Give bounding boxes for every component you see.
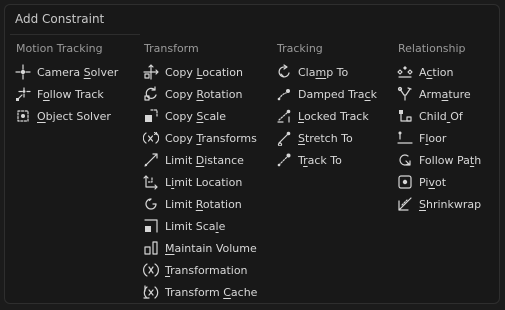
menu-item-action[interactable]: Action — [397, 61, 481, 83]
copy-transforms-icon — [143, 130, 159, 146]
transform-header: Transform — [144, 42, 199, 55]
follow-path-icon — [397, 152, 413, 168]
menu-item-transformation[interactable]: Transformation — [143, 259, 257, 281]
menu-item-label: Track To — [298, 153, 342, 167]
menu-item-label: Copy Scale — [165, 109, 227, 123]
tracking-column: Tracking Clamp To Damped Track Locked Trac… — [276, 41, 377, 171]
menu-item-follow-path[interactable]: Follow Path — [397, 149, 481, 171]
armature-icon — [397, 86, 413, 102]
menu-item-limit-scale[interactable]: Limit Scale — [143, 215, 257, 237]
menu-item-damped-track[interactable]: Damped Track — [276, 83, 377, 105]
menu-item-camera-solver[interactable]: Camera Solver — [15, 61, 118, 83]
menu-title: Add Constraint — [15, 12, 105, 26]
menu-item-label: Follow Path — [419, 153, 482, 167]
menu-item-label: Transformation — [165, 263, 248, 277]
menu-item-follow-track[interactable]: Follow Track — [15, 83, 118, 105]
menu-item-child-of[interactable]: Child Of — [397, 105, 481, 127]
menu-item-clamp-to[interactable]: Clamp To — [276, 61, 377, 83]
menu-item-locked-track[interactable]: Locked Track — [276, 105, 377, 127]
menu-item-floor[interactable]: Floor — [397, 127, 481, 149]
menu-item-label: Locked Track — [298, 109, 369, 123]
shrinkwrap-icon — [397, 196, 413, 212]
menu-item-label: Limit Distance — [165, 153, 244, 167]
object-solver-icon — [15, 108, 31, 124]
limit-distance-icon — [143, 152, 159, 168]
menu-item-label: Stretch To — [298, 131, 353, 145]
transform-column: Transform Copy Location Copy Rotation Copy… — [143, 41, 257, 303]
menu-item-limit-distance[interactable]: Limit Distance — [143, 149, 257, 171]
track-to-icon — [276, 152, 292, 168]
menu-item-label: Follow Track — [37, 87, 104, 101]
menu-item-label: Limit Scale — [165, 219, 226, 233]
menu-item-label: Child Of — [419, 109, 463, 123]
stretch-to-icon — [276, 130, 292, 146]
menu-item-shrinkwrap[interactable]: Shrinkwrap — [397, 193, 481, 215]
menu-item-label: Maintain Volume — [165, 241, 257, 255]
menu-item-label: Object Solver — [37, 109, 111, 123]
damped-track-icon — [276, 86, 292, 102]
relationship-column: Relationship Action Armature Child Of Floor… — [397, 41, 481, 215]
menu-item-label: Copy Transforms — [165, 131, 257, 145]
menu-item-label: Shrinkwrap — [419, 197, 482, 211]
floor-icon — [397, 130, 413, 146]
follow-track-icon — [15, 86, 31, 102]
camera-solver-icon — [15, 64, 31, 80]
menu-item-stretch-to[interactable]: Stretch To — [276, 127, 377, 149]
menu-item-label: Action — [419, 65, 454, 79]
menu-item-copy-scale[interactable]: Copy Scale — [143, 105, 257, 127]
menu-item-limit-rotation[interactable]: Limit Rotation — [143, 193, 257, 215]
menu-item-maintain-volume[interactable]: Maintain Volume — [143, 237, 257, 259]
menu-item-label: Pivot — [419, 175, 447, 189]
menu-item-label: Copy Location — [165, 65, 243, 79]
menu-item-track-to[interactable]: Track To — [276, 149, 377, 171]
menu-item-copy-rotation[interactable]: Copy Rotation — [143, 83, 257, 105]
action-icon — [397, 64, 413, 80]
menu-item-object-solver[interactable]: Object Solver — [15, 105, 118, 127]
menu-item-pivot[interactable]: Pivot — [397, 171, 481, 193]
menu-item-label: Copy Rotation — [165, 87, 243, 101]
menu-item-copy-location[interactable]: Copy Location — [143, 61, 257, 83]
transformation-icon — [143, 262, 159, 278]
limit-rotation-icon — [143, 196, 159, 212]
tracking-header: Tracking — [277, 42, 323, 55]
relationship-header: Relationship — [398, 42, 466, 55]
menu-item-copy-transforms[interactable]: Copy Transforms — [143, 127, 257, 149]
maintain-volume-icon — [143, 240, 159, 256]
menu-item-limit-location[interactable]: Limit Location — [143, 171, 257, 193]
menu-item-armature[interactable]: Armature — [397, 83, 481, 105]
pivot-icon — [397, 174, 413, 190]
copy-rotation-icon — [143, 86, 159, 102]
menu-item-label: Transform Cache — [165, 285, 258, 299]
clamp-to-icon — [276, 64, 292, 80]
menu-item-transform-cache[interactable]: Transform Cache — [143, 281, 257, 303]
menu-item-label: Floor — [419, 131, 447, 145]
menu-item-label: Armature — [419, 87, 471, 101]
child-of-icon — [397, 108, 413, 124]
limit-location-icon — [143, 174, 159, 190]
copy-scale-icon — [143, 108, 159, 124]
limit-scale-icon — [143, 218, 159, 234]
locked-track-icon — [276, 108, 292, 124]
menu-item-label: Camera Solver — [37, 65, 119, 79]
motion-tracking-header: Motion Tracking — [16, 42, 103, 55]
add-constraint-menu: Add Constraint Motion Tracking Camera So… — [4, 4, 500, 304]
transform-cache-icon — [143, 284, 159, 300]
title-divider — [10, 34, 140, 35]
motion-tracking-column: Motion Tracking Camera Solver Follow Trac… — [15, 41, 118, 127]
menu-item-label: Clamp To — [298, 65, 349, 79]
menu-item-label: Limit Rotation — [165, 197, 242, 211]
menu-item-label: Damped Track — [298, 87, 377, 101]
copy-location-icon — [143, 64, 159, 80]
menu-item-label: Limit Location — [165, 175, 243, 189]
